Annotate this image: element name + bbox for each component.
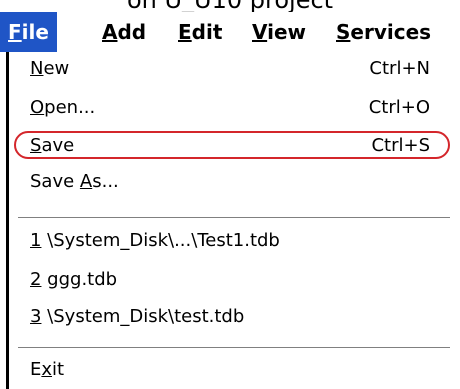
shortcut-save: Ctrl+S <box>371 135 430 156</box>
partial-caption-text: on U_U10 project <box>126 0 334 14</box>
menu-item-open[interactable]: Open... Ctrl+O <box>30 93 440 123</box>
menu-file[interactable]: File <box>0 12 57 52</box>
menu-item-recent-1[interactable]: 1 \System_Disk\...\Test1.tdb <box>30 226 440 256</box>
menu-edit[interactable]: Edit <box>178 12 222 52</box>
menu-bar: File Add Edit View Services <box>0 12 460 52</box>
menu-separator <box>18 217 450 219</box>
menu-item-recent-2[interactable]: 2 ggg.tdb <box>30 265 440 295</box>
menu-item-exit[interactable]: Exit <box>30 355 440 385</box>
menu-separator <box>18 347 450 349</box>
dropdown-left-border <box>6 52 9 389</box>
menu-view[interactable]: View <box>252 12 306 52</box>
file-dropdown-menu: New Ctrl+N Open... Ctrl+O Save Ctrl+S Sa… <box>0 52 460 389</box>
menu-item-new[interactable]: New Ctrl+N <box>30 54 440 84</box>
menu-services[interactable]: Services <box>336 12 431 52</box>
menu-item-save-as[interactable]: Save As... <box>30 167 440 197</box>
menu-item-recent-3[interactable]: 3 \System_Disk\test.tdb <box>30 302 440 332</box>
shortcut-new: Ctrl+N <box>369 58 430 79</box>
shortcut-open: Ctrl+O <box>368 97 430 118</box>
menu-add[interactable]: Add <box>102 12 146 52</box>
menu-item-save[interactable]: Save Ctrl+S <box>30 131 440 161</box>
